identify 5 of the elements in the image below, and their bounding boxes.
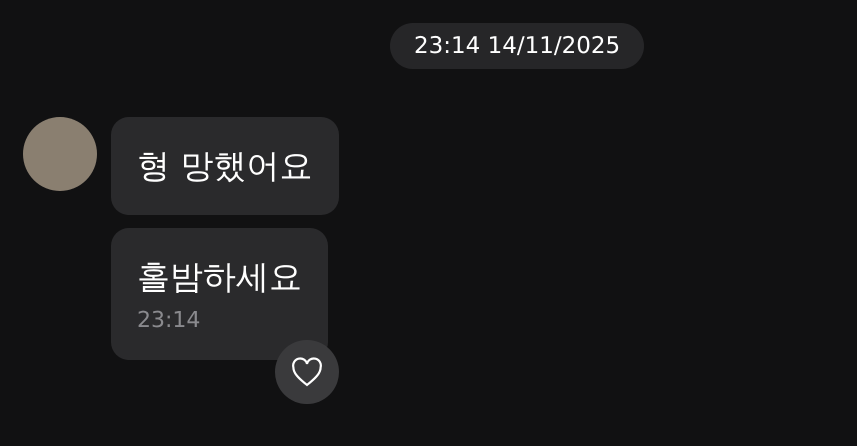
date-header: 23:14 14/11/2025: [390, 23, 644, 69]
message-text: 형 망했어요: [137, 145, 312, 187]
heart-icon: [290, 357, 324, 387]
message-time: 23:14: [137, 308, 202, 334]
message-text: 홀밤하세요: [137, 256, 302, 298]
